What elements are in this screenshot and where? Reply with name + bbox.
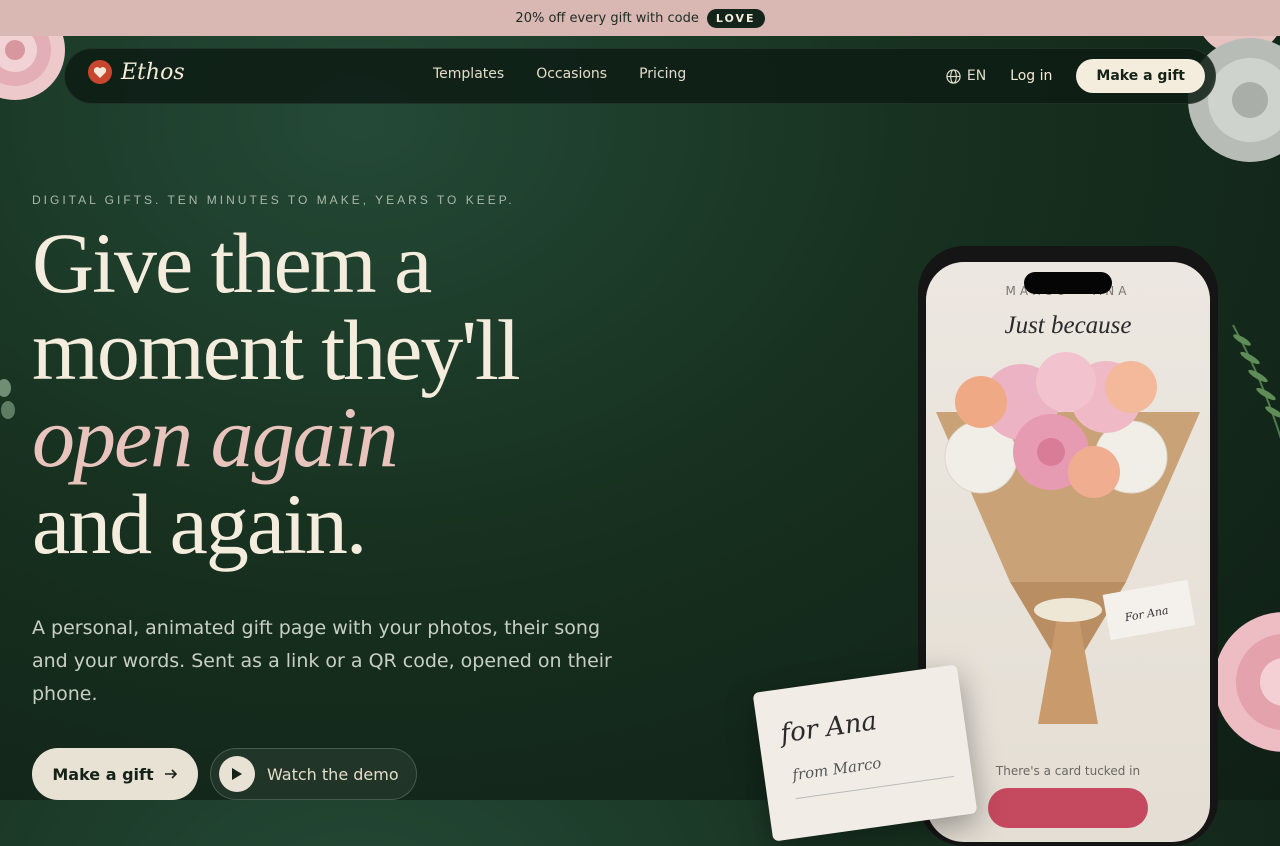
play-icon <box>219 756 255 792</box>
hero-headline: Give them a moment they'll open again an… <box>32 215 521 572</box>
note-card: for Ana from Marco <box>752 664 978 842</box>
note-recipient: for Ana <box>778 706 879 750</box>
nav-link-pricing[interactable]: Pricing <box>639 66 686 82</box>
arrow-right-icon <box>164 769 177 779</box>
open-card-button[interactable] <box>988 788 1148 828</box>
gift-title: Just because <box>1004 312 1132 339</box>
promo-code-badge: LOVE <box>706 8 765 28</box>
flower-decoration-bottom-right <box>1214 612 1280 752</box>
dynamic-island <box>1024 272 1112 294</box>
language-selector[interactable]: EN <box>946 68 986 84</box>
fern-decoration-right <box>1232 324 1280 439</box>
nav-link-templates[interactable]: Templates <box>433 66 504 82</box>
hero-subtitle: A personal, animated gift page with your… <box>32 617 612 705</box>
leaf-decoration-left <box>0 379 15 419</box>
note-sender: from Marco <box>791 753 883 785</box>
nav-make-gift-button[interactable]: Make a gift <box>1076 59 1205 93</box>
headline-accent-line: open again <box>32 389 399 485</box>
hero-make-gift-label: Make a gift <box>52 764 154 784</box>
brand-logo[interactable]: Ethos <box>87 59 185 85</box>
headline-line-2: moment they'll <box>32 302 521 398</box>
heart-seal-icon <box>88 60 112 84</box>
bouquet-illustration: For Ana <box>936 352 1200 724</box>
globe-icon <box>946 68 961 84</box>
hero-eyebrow: DIGITAL GIFTS. TEN MINUTES TO MAKE, YEAR… <box>32 193 515 207</box>
main-navigation: Ethos Templates Occasions Pricing EN Log… <box>64 48 1216 104</box>
watch-demo-label: Watch the demo <box>267 764 399 784</box>
promo-text: 20% off every gift with code <box>515 10 699 26</box>
brand-name: Ethos <box>121 59 185 85</box>
headline-line-1: Give them a <box>32 215 432 311</box>
nav-actions: EN Log in Make a gift <box>946 59 1205 93</box>
headline-line-4: and again. <box>32 476 367 572</box>
promo-bar: 20% off every gift with code LOVE <box>0 0 1280 36</box>
nav-links: Templates Occasions Pricing <box>433 66 686 82</box>
login-link[interactable]: Log in <box>1010 68 1052 84</box>
language-label: EN <box>966 68 987 84</box>
watch-demo-button[interactable]: Watch the demo <box>210 748 417 800</box>
hero-make-gift-button[interactable]: Make a gift <box>32 748 198 800</box>
nav-link-occasions[interactable]: Occasions <box>536 66 607 82</box>
